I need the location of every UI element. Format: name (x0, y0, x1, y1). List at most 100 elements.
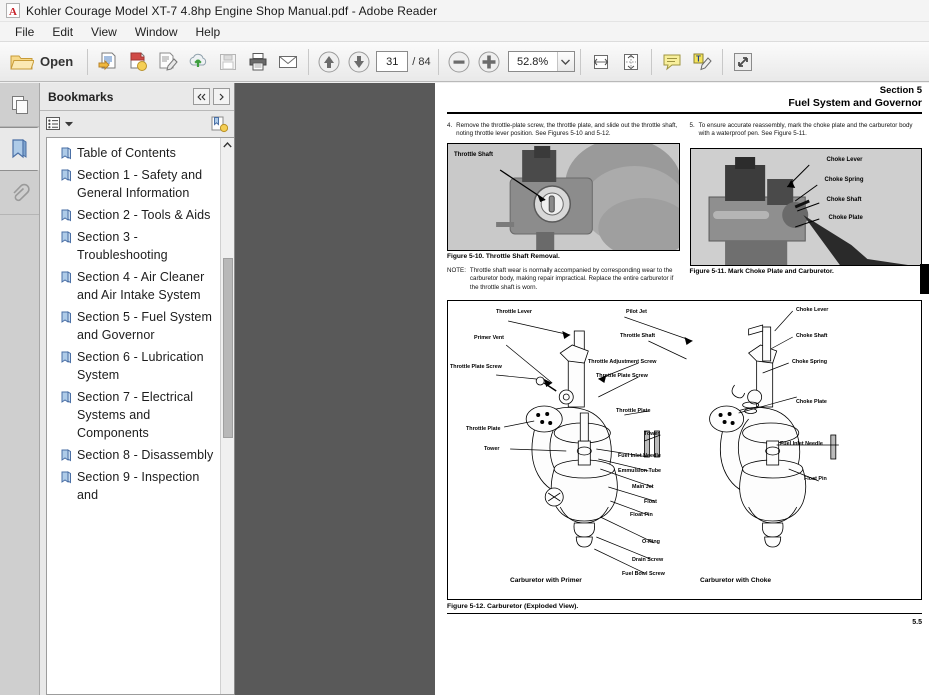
section-tab-marker: 5 (920, 264, 929, 294)
footer-rule (447, 613, 922, 615)
adobe-reader-icon: A (6, 3, 20, 18)
highlight-text-icon[interactable]: T (687, 47, 717, 77)
main-body: Bookmarks Table of Contents Section 1 - … (0, 83, 929, 695)
chevron-right-icon[interactable] (213, 88, 230, 105)
diagram-label: O-Ring (642, 539, 660, 546)
menu-help[interactable]: Help (187, 23, 230, 41)
list-options-icon[interactable] (46, 117, 73, 131)
bookmark-icon (61, 446, 72, 462)
chevron-down-icon[interactable] (556, 52, 574, 71)
attachments-icon[interactable] (0, 171, 39, 215)
arrow-down-icon[interactable] (344, 47, 374, 77)
diagram-label: Throttle Plate (616, 408, 651, 415)
open-file-button[interactable]: Open (4, 48, 82, 76)
exploded-view-drawing (448, 301, 921, 600)
figure-5-10-label: Throttle Shaft (454, 151, 493, 158)
figure-5-10-photo: Throttle Shaft (447, 142, 680, 251)
list-item[interactable]: Section 2 - Tools & Aids (53, 204, 218, 226)
save-disk-icon[interactable] (213, 47, 243, 77)
upload-cloud-icon[interactable] (183, 47, 213, 77)
page-header-section: Section 5 (879, 85, 922, 96)
bookmarks-panel-toolbar (40, 111, 234, 137)
step-number: 4. (447, 121, 453, 129)
bookmark-label: Section 6 - Lubrication System (77, 350, 204, 382)
chevron-up-icon[interactable] (221, 138, 234, 151)
bookmark-label: Section 5 - Fuel System and Governor (77, 310, 212, 342)
list-item[interactable]: Section 6 - Lubrication System (53, 346, 218, 386)
menu-view[interactable]: View (82, 23, 126, 41)
diagram-caption: Carburetor with Primer (510, 577, 582, 585)
diagram-label: Pilot Jet (626, 309, 647, 316)
menu-bar: File Edit View Window Help (0, 22, 929, 42)
list-item[interactable]: Table of Contents (53, 142, 218, 164)
list-item[interactable]: Section 7 - Electrical Systems and Compo… (53, 386, 218, 444)
list-item[interactable]: Section 5 - Fuel System and Governor (53, 306, 218, 346)
double-chevron-left-icon[interactable] (193, 88, 210, 105)
title-bar: A Kohler Courage Model XT-7 4.8hp Engine… (0, 0, 929, 22)
sticky-note-icon[interactable] (657, 47, 687, 77)
page-thumbnails-icon[interactable] (0, 83, 39, 127)
bookmark-icon (61, 308, 72, 324)
toolbar-separator-6 (721, 48, 723, 75)
zoom-level-combo[interactable]: 52.8% (507, 51, 575, 72)
save-copy-icon[interactable] (93, 47, 123, 77)
page-number-label: 5.5 (912, 619, 922, 627)
bookmark-icon (61, 388, 72, 404)
diagram-caption: Carburetor with Choke (700, 577, 772, 585)
plus-circle-icon[interactable] (474, 47, 504, 77)
bookmarks-icon[interactable] (0, 127, 39, 171)
fit-width-icon[interactable] (586, 47, 616, 77)
menu-window[interactable]: Window (126, 23, 187, 41)
arrow-up-icon[interactable] (314, 47, 344, 77)
diagram-label: Throttle Plate (466, 426, 501, 433)
bookmark-label: Section 8 - Disassembly (77, 448, 214, 462)
instruction-step: 4. Remove the throttle-plate screw, the … (447, 122, 680, 138)
diagram-label: Throttle Shaft (620, 333, 656, 340)
bookmark-label: Section 9 - Inspection and (77, 470, 200, 502)
right-column: 5. To ensure accurate reassembly, mark t… (689, 121, 922, 293)
step-number: 5. (689, 121, 695, 129)
diagram-label: Fuel Bowl Screw (622, 571, 665, 578)
header-rule (447, 112, 922, 114)
bookmark-icon (61, 348, 72, 364)
bookmarks-panel-title: Bookmarks (48, 89, 114, 104)
minus-circle-icon[interactable] (444, 47, 474, 77)
sign-document-icon[interactable] (153, 47, 183, 77)
figure-5-12-diagram: Throttle Lever Primer Vent Throttle Plat… (447, 300, 922, 601)
scrollbar-thumb[interactable] (223, 258, 233, 438)
email-icon[interactable] (273, 47, 303, 77)
bookmarks-panel: Bookmarks Table of Contents Section 1 - … (40, 83, 235, 695)
diagram-label: Tower (484, 446, 500, 453)
diagram-label: Main Jet (632, 484, 654, 491)
new-bookmark-icon[interactable] (211, 116, 228, 133)
list-item[interactable]: Section 1 - Safety and General Informati… (53, 164, 218, 204)
menu-edit[interactable]: Edit (43, 23, 82, 41)
fit-page-icon[interactable] (616, 47, 646, 77)
list-item[interactable]: Section 4 - Air Cleaner and Air Intake S… (53, 266, 218, 306)
folder-open-icon (10, 52, 34, 72)
print-icon[interactable] (243, 47, 273, 77)
diagram-label: Choke Shaft (796, 333, 828, 340)
diagram-label: Primer Vent (474, 335, 504, 342)
diagram-label: Choke Lever (796, 307, 829, 314)
diagram-label: Choke Plate (796, 399, 827, 406)
list-item[interactable]: Section 8 - Disassembly (53, 444, 218, 466)
current-page-input[interactable] (376, 51, 409, 72)
diagram-label: Emmulsion Tube (618, 468, 662, 475)
open-label: Open (40, 54, 74, 69)
attach-file-icon[interactable] (123, 47, 153, 77)
list-item[interactable]: Section 9 - Inspection and (53, 466, 218, 506)
menu-file[interactable]: File (6, 23, 43, 41)
bookmarks-scrollbar[interactable] (220, 138, 234, 694)
document-viewport[interactable]: Section 5 Fuel System and Governor 4. Re… (235, 83, 929, 695)
diagram-label: Float (644, 499, 657, 506)
read-mode-icon[interactable] (728, 47, 758, 77)
list-item[interactable]: Section 3 - Troubleshooting (53, 226, 218, 266)
note-text: Throttle shaft wear is normally accompan… (469, 266, 674, 291)
diagram-label: Throttle Plate Screw (450, 364, 502, 371)
figure-5-12-caption: Figure 5-12. Carburetor (Exploded View). (447, 603, 579, 611)
toolbar-separator-4 (579, 48, 581, 75)
figure-5-11-photo: Choke Lever Choke Spring Choke Shaft Cho… (689, 147, 922, 266)
bookmarks-list-container: Table of Contents Section 1 - Safety and… (46, 137, 234, 695)
left-column: 4. Remove the throttle-plate screw, the … (447, 122, 680, 293)
